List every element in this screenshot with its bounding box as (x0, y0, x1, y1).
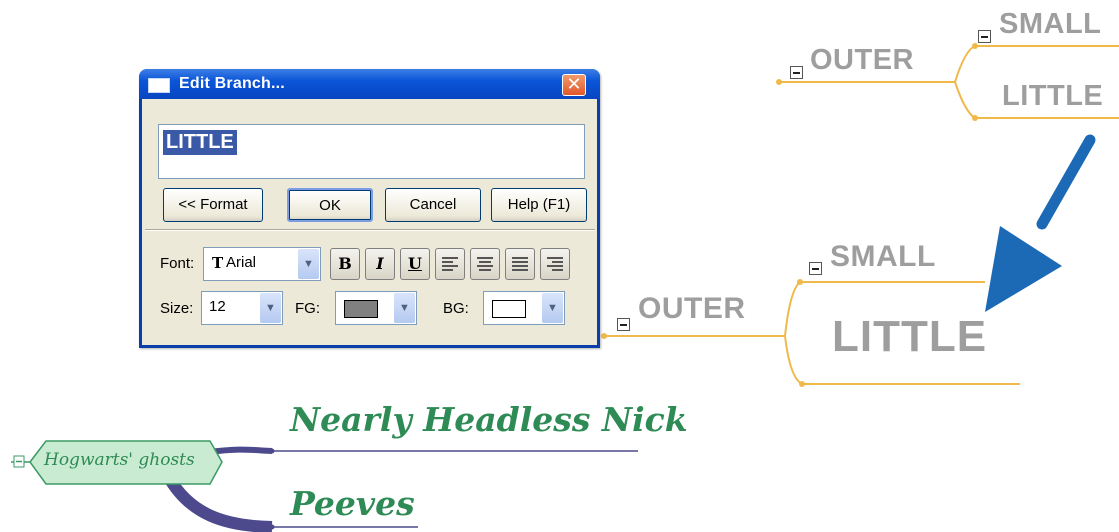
branch-node (972, 43, 978, 49)
node-little-styled[interactable]: LITTLE (832, 312, 987, 362)
dropdown-arrow-icon[interactable]: ▼ (542, 293, 563, 323)
fg-color-select[interactable]: ▼ (335, 291, 417, 325)
italic-button[interactable]: I (365, 248, 395, 280)
collapse-icon[interactable] (617, 318, 630, 331)
ghost-branch-nick[interactable]: Nearly Headless Nick (290, 400, 688, 439)
align-right-button[interactable] (540, 248, 570, 280)
branch-node (972, 115, 978, 121)
align-right-icon (547, 257, 563, 271)
font-value: Arial (226, 254, 257, 271)
align-justify-button[interactable] (505, 248, 535, 280)
collapse-icon[interactable] (978, 30, 991, 43)
arrow-icon (985, 134, 1096, 312)
branch-node (799, 381, 805, 387)
bg-color-swatch (492, 300, 526, 318)
node-little[interactable]: LITTLE (1002, 80, 1103, 113)
ghost-branch-peeves[interactable]: Peeves (290, 484, 415, 523)
size-value: 12 (209, 298, 226, 315)
bg-label: BG: (443, 300, 469, 317)
align-left-icon (442, 257, 458, 271)
fg-color-swatch (344, 300, 378, 318)
collapse-icon[interactable] (809, 262, 822, 275)
branch-node (601, 333, 607, 339)
collapse-icon[interactable] (790, 66, 803, 79)
close-button[interactable]: ✕ (562, 74, 586, 96)
dialog-title: Edit Branch... (179, 75, 285, 92)
node-small[interactable]: SMALL (830, 240, 936, 274)
branch-line-small-top (954, 45, 1119, 83)
align-center-button[interactable] (470, 248, 500, 280)
font-select[interactable]: T Arial ▼ (203, 247, 321, 281)
branch-text-input[interactable]: LITTLE (158, 124, 585, 179)
node-outer[interactable]: OUTER (810, 44, 914, 77)
edit-branch-dialog: Edit Branch... ✕ LITTLE << Format OK Can… (139, 69, 600, 348)
node-small[interactable]: SMALL (999, 8, 1101, 41)
dropdown-arrow-icon[interactable]: ▼ (298, 249, 319, 279)
branch-text-value: LITTLE (163, 130, 237, 155)
ghost-root-label[interactable]: Hogwarts' ghosts (44, 450, 195, 470)
close-icon: ✕ (566, 74, 582, 94)
font-label: Font: (160, 255, 195, 272)
cancel-button[interactable]: Cancel (385, 188, 481, 222)
dialog-titlebar[interactable]: Edit Branch... ✕ (139, 69, 600, 99)
bold-button[interactable]: B (330, 248, 360, 280)
font-type-icon: T (212, 254, 224, 272)
ok-button[interactable]: OK (287, 188, 373, 222)
bg-color-select[interactable]: ▼ (483, 291, 565, 325)
dropdown-arrow-icon[interactable]: ▼ (394, 293, 415, 323)
branch-node (776, 79, 782, 85)
dropdown-arrow-icon[interactable]: ▼ (260, 293, 281, 323)
collapse-icon[interactable] (11, 455, 30, 468)
align-center-icon (477, 257, 493, 271)
fg-label: FG: (295, 300, 320, 317)
dialog-separator (145, 229, 595, 231)
node-outer[interactable]: OUTER (638, 292, 746, 326)
size-select[interactable]: 12 ▼ (201, 291, 283, 325)
underline-button[interactable]: U (400, 248, 430, 280)
branch-node (797, 279, 803, 285)
size-label: Size: (160, 300, 194, 317)
align-justify-icon (512, 257, 528, 271)
window-icon (148, 78, 170, 93)
format-button[interactable]: << Format (163, 188, 263, 222)
help-button[interactable]: Help (F1) (491, 188, 587, 222)
align-left-button[interactable] (435, 248, 465, 280)
